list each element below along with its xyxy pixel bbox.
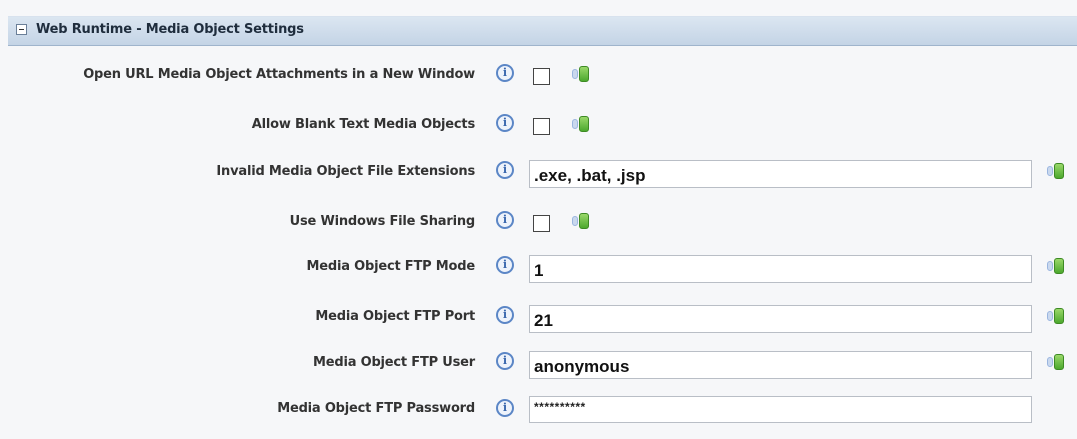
info-icon[interactable]: i bbox=[496, 399, 514, 417]
field-label: Media Object FTP Port bbox=[315, 309, 475, 324]
override-toggle-icon[interactable] bbox=[1047, 258, 1065, 274]
ftp-user-input[interactable]: anonymous bbox=[529, 351, 1032, 379]
field-label: Media Object FTP User bbox=[312, 355, 475, 370]
field-label: Media Object FTP Mode bbox=[306, 259, 476, 274]
ftp-password-input[interactable]: ********** bbox=[529, 396, 1032, 423]
override-toggle-icon[interactable] bbox=[572, 66, 590, 82]
field-label: Open URL Media Object Attachments in a N… bbox=[83, 67, 475, 82]
allow-blank-text-checkbox[interactable] bbox=[533, 118, 550, 135]
settings-panel: Web Runtime - Media Object Settings Open… bbox=[0, 0, 1077, 439]
field-row-invalid-extensions: Invalid Media Object File Extensions i .… bbox=[0, 158, 1077, 188]
field-row-allow-blank-text: Allow Blank Text Media Objects i bbox=[0, 111, 1077, 141]
override-toggle-icon[interactable] bbox=[572, 116, 590, 132]
field-label: Use Windows File Sharing bbox=[289, 214, 476, 229]
override-toggle-icon[interactable] bbox=[1047, 308, 1065, 324]
field-row-windows-file-sharing: Use Windows File Sharing i bbox=[0, 208, 1077, 238]
field-row-ftp-user: Media Object FTP User i anonymous bbox=[0, 349, 1077, 379]
ftp-mode-input[interactable]: 1 bbox=[529, 255, 1032, 283]
section-header[interactable]: Web Runtime - Media Object Settings bbox=[8, 16, 1077, 46]
invalid-extensions-input[interactable]: .exe, .bat, .jsp bbox=[529, 160, 1032, 188]
info-icon[interactable]: i bbox=[496, 211, 514, 229]
field-label: Media Object FTP Password bbox=[277, 401, 475, 416]
info-icon[interactable]: i bbox=[496, 161, 514, 179]
field-row-ftp-port: Media Object FTP Port i 21 bbox=[0, 303, 1077, 333]
info-icon[interactable]: i bbox=[496, 352, 514, 370]
windows-file-sharing-checkbox[interactable] bbox=[533, 215, 550, 232]
info-icon[interactable]: i bbox=[496, 64, 514, 82]
override-toggle-icon[interactable] bbox=[572, 213, 590, 229]
info-icon[interactable]: i bbox=[496, 306, 514, 324]
field-row-ftp-mode: Media Object FTP Mode i 1 bbox=[0, 253, 1077, 283]
override-toggle-icon[interactable] bbox=[1047, 163, 1065, 179]
section-title: Web Runtime - Media Object Settings bbox=[36, 22, 304, 37]
open-url-new-window-checkbox[interactable] bbox=[533, 68, 550, 85]
override-toggle-icon[interactable] bbox=[1047, 354, 1065, 370]
info-icon[interactable]: i bbox=[496, 114, 514, 132]
field-row-ftp-password: Media Object FTP Password i ********** bbox=[0, 396, 1077, 426]
field-label: Invalid Media Object File Extensions bbox=[216, 164, 475, 179]
field-row-open-url-new-window: Open URL Media Object Attachments in a N… bbox=[0, 61, 1077, 91]
field-label: Allow Blank Text Media Objects bbox=[251, 117, 475, 132]
collapse-icon[interactable] bbox=[16, 24, 27, 35]
info-icon[interactable]: i bbox=[496, 256, 514, 274]
ftp-port-input[interactable]: 21 bbox=[529, 305, 1032, 333]
